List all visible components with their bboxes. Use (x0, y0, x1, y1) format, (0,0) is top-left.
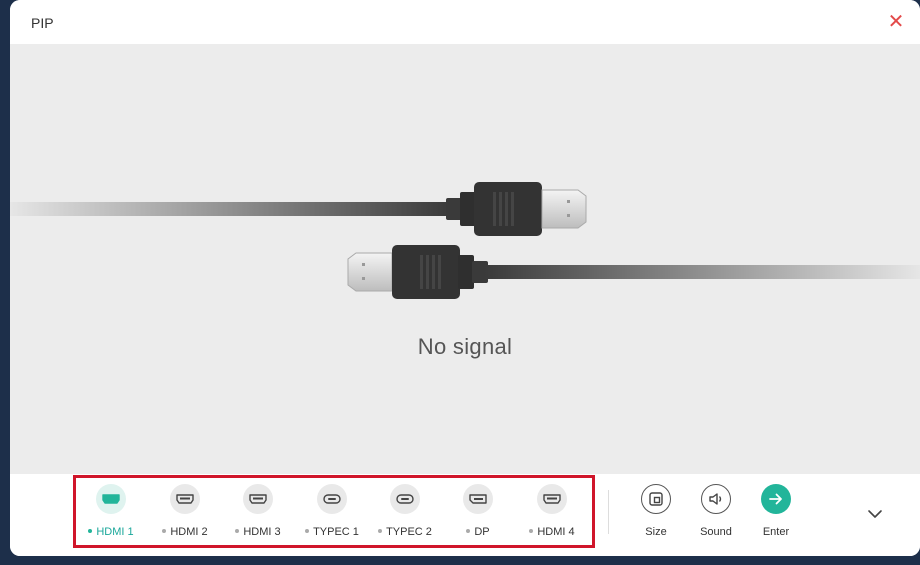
enter-arrow-icon (761, 484, 791, 514)
sound-label: Sound (700, 526, 732, 538)
enter-button[interactable]: Enter (746, 484, 806, 544)
toolbar-divider (608, 490, 609, 534)
usb-c-port-icon (317, 484, 347, 514)
close-icon[interactable]: ✕ (886, 12, 906, 32)
enter-label: Enter (762, 526, 790, 538)
size-label: Size (645, 526, 667, 538)
window-title: PIP (31, 15, 54, 31)
source-label: HDMI 1 (96, 526, 134, 538)
chevron-down-icon[interactable] (865, 506, 885, 522)
source-hdmi-1[interactable]: HDMI 1 (81, 484, 141, 544)
source-label: TYPEC 2 (386, 526, 432, 538)
hdmi-cables-illustration (10, 182, 920, 299)
sound-icon (701, 484, 731, 514)
size-button[interactable]: Size (626, 484, 686, 544)
source-label: DP (474, 526, 490, 538)
displayport-icon (463, 484, 493, 514)
source-hdmi-2[interactable]: HDMI 2 (155, 484, 215, 544)
sound-button[interactable]: Sound (686, 484, 746, 544)
source-dp[interactable]: DP (448, 484, 508, 544)
source-label: HDMI 3 (243, 526, 281, 538)
preview-area: No signal (10, 44, 920, 474)
source-hdmi-4[interactable]: HDMI 4 (522, 484, 582, 544)
usb-c-port-icon (390, 484, 420, 514)
source-label: HDMI 4 (537, 526, 575, 538)
source-toolbar: HDMI 1 HDMI 2 HDMI 3 TYPEC 1 TYPEC 2 DP … (10, 474, 920, 556)
source-typec-1[interactable]: TYPEC 1 (302, 484, 362, 544)
source-label: TYPEC 1 (313, 526, 359, 538)
source-typec-2[interactable]: TYPEC 2 (375, 484, 435, 544)
pip-window: PIP ✕ No signal HDMI 1 HDMI 2 HDMI 3 TYP… (10, 0, 920, 556)
source-hdmi-3[interactable]: HDMI 3 (228, 484, 288, 544)
no-signal-message: No signal (417, 334, 513, 359)
hdmi-port-icon (537, 484, 567, 514)
source-label: HDMI 2 (170, 526, 208, 538)
title-bar: PIP ✕ (10, 0, 920, 44)
hdmi-port-icon (243, 484, 273, 514)
size-icon (641, 484, 671, 514)
hdmi-port-icon (96, 484, 126, 514)
hdmi-port-icon (170, 484, 200, 514)
